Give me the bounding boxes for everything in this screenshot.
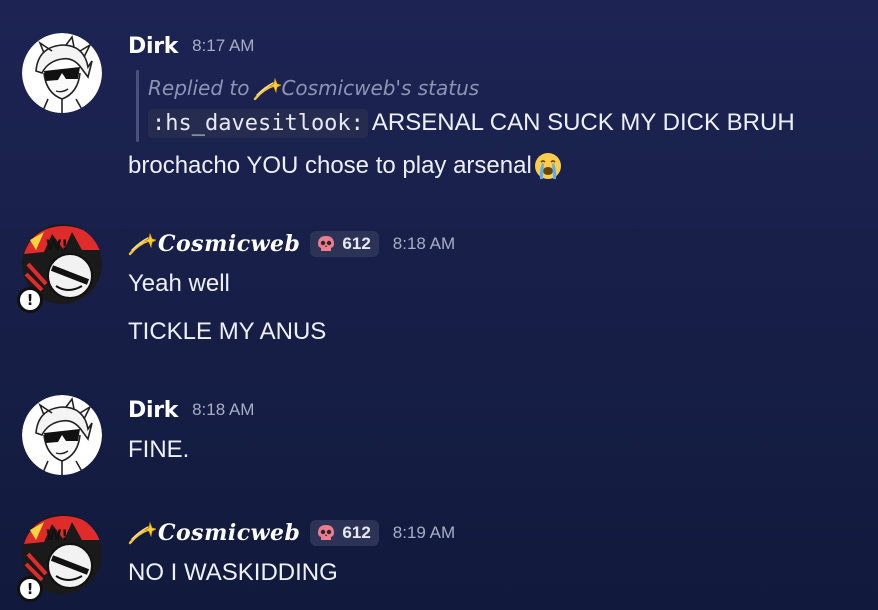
skull-icon — [316, 524, 336, 542]
dizzy-comet-icon — [128, 521, 156, 545]
dizzy-comet-icon — [253, 77, 282, 101]
message-text: Yeah well — [128, 270, 230, 297]
message-text-line: brochacho YOU chose to play arsenal — [128, 150, 563, 182]
white-haired-sunglasses-avatar-icon — [22, 33, 102, 113]
exclamation-status-icon: ! — [17, 287, 43, 313]
badge-count: 612 — [342, 234, 371, 253]
message-text: TICKLE MY ANUS — [128, 318, 327, 345]
author-name[interactable]: Cosmicweb — [158, 231, 300, 257]
svg-text:W!: W! — [46, 528, 68, 544]
reply-content: :hs_davesitlook: ARSENAL CAN SUCK MY DIC… — [148, 106, 795, 140]
message-header: Dirk 8:18 AM — [128, 396, 254, 424]
reply-text: ARSENAL CAN SUCK MY DICK BRUH — [371, 109, 795, 136]
reply-prefix: Replied to — [148, 76, 250, 100]
emoji-code: :hs_davesitlook: — [148, 108, 368, 138]
timestamp: 8:18 AM — [192, 400, 255, 419]
timestamp: 8:19 AM — [392, 523, 456, 542]
message-text-line: NO I WASKIDDING — [128, 557, 338, 589]
reply-reference[interactable]: Replied to Cosmicweb's status — [148, 74, 479, 102]
message-header: Cosmicweb 612 8:19 AM — [128, 517, 455, 549]
message-text: FINE. — [128, 436, 190, 463]
role-badge[interactable]: 612 — [310, 231, 379, 257]
exclamation-status-icon: ! — [17, 576, 43, 602]
dirk-avatar[interactable] — [22, 33, 102, 113]
timestamp: 8:17 AM — [192, 36, 255, 55]
message-header: Cosmicweb 612 8:18 AM — [128, 228, 455, 260]
message-text-line: Yeah well — [128, 268, 230, 300]
loudly-crying-face-icon — [533, 151, 563, 181]
badge-count: 612 — [342, 523, 371, 542]
svg-text:W!: W! — [46, 238, 68, 254]
author-name[interactable]: Cosmicweb — [158, 520, 300, 546]
white-haired-sunglasses-avatar-icon — [22, 395, 102, 475]
message-text: NO I WASKIDDING — [128, 559, 338, 586]
timestamp: 8:18 AM — [392, 234, 456, 253]
skull-icon — [316, 235, 336, 253]
message-text: brochacho YOU chose to play arsenal — [128, 152, 532, 179]
role-badge[interactable]: 612 — [310, 520, 379, 546]
reply-bar — [136, 70, 139, 142]
dirk-avatar[interactable] — [22, 395, 102, 475]
message-text-line: FINE. — [128, 434, 189, 466]
reply-target: Cosmicweb's status — [281, 76, 480, 100]
author-name[interactable]: Dirk — [128, 398, 178, 423]
message-header: Dirk 8:17 AM — [128, 32, 254, 60]
message-text-line: TICKLE MY ANUS — [128, 316, 326, 348]
dizzy-comet-icon — [128, 232, 156, 256]
author-name[interactable]: Dirk — [128, 34, 178, 59]
